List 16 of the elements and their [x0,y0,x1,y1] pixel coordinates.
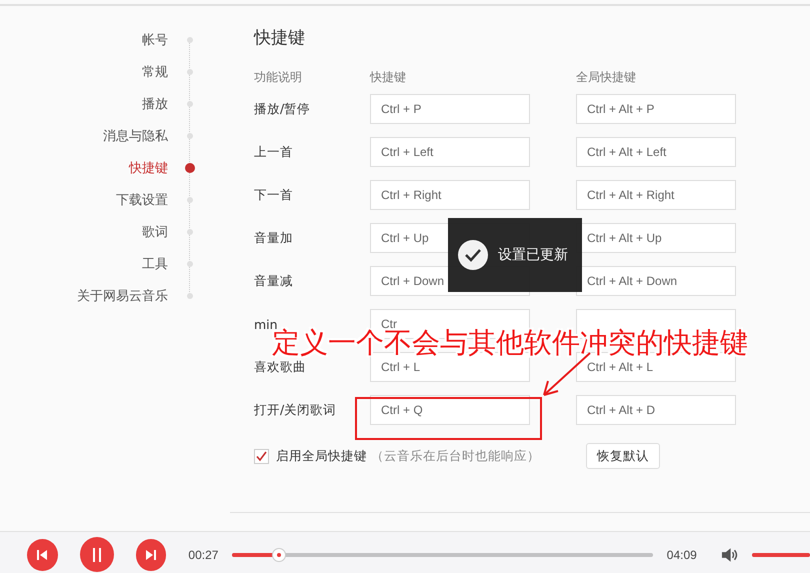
function-label: 下一首 [254,186,294,204]
function-label: 播放/暂停 [254,100,312,118]
checkbox-label: 启用全局快捷键 （云音乐在后台时也能响应） [276,448,541,464]
column-header: 快捷键 [370,69,407,85]
toast-message: 设置已更新 [498,246,568,264]
column-header: 全局快捷键 [576,69,637,85]
function-label: min [254,316,278,332]
function-label: 喜欢歌曲 [254,358,307,376]
column-header: 功能说明 [254,69,303,85]
total-time: 04:09 [666,548,697,562]
function-label: 上一首 [254,144,294,160]
function-label: 音量加 [254,230,294,246]
section-title: 快捷键 [254,27,306,49]
function-label: 音量减 [254,272,294,290]
function-label: 打开/关闭歌词 [254,402,338,418]
elapsed-time: 00:27 [188,548,218,562]
